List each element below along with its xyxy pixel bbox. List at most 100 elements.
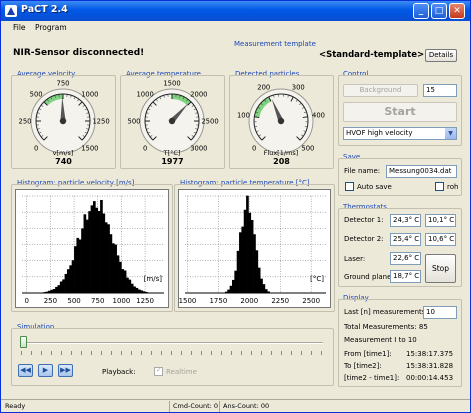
histogram-bar	[59, 281, 63, 293]
detector1-temp-value: 24,3° C	[390, 214, 421, 227]
rewind-icon: ◀◀	[20, 366, 31, 374]
histogram-bar	[93, 201, 96, 293]
histogram-bar	[243, 209, 247, 293]
time-diff-label: [time2 - time1]:	[344, 374, 400, 382]
mode-select[interactable]: HVOF high velocity ▼	[343, 127, 457, 140]
histogram-bar	[109, 234, 113, 293]
gauge-tick-label: 1250	[92, 118, 109, 126]
gauge-tick-label: 1000	[136, 91, 153, 99]
detector2-setpoint-value: 10,6° C	[425, 233, 456, 246]
gauge-particles-value: 208	[273, 157, 290, 166]
histogram-bar	[83, 214, 87, 293]
histogram-tick-label: 1750	[209, 297, 227, 305]
ground-plane-temp-value: 18,7° C	[390, 270, 421, 283]
close-button[interactable]: ✕	[449, 3, 465, 19]
gauge-unit-label: v[m/s]	[53, 149, 74, 157]
stop-button[interactable]: Stop	[425, 254, 456, 283]
time2-label: To [time2]:	[344, 362, 382, 370]
histogram-bar	[248, 212, 252, 293]
rewind-button[interactable]: ◀◀	[18, 364, 33, 377]
gauge-tick-label: 2500	[201, 118, 218, 126]
menu-file[interactable]: File	[13, 23, 26, 32]
simulation-slider-thumb[interactable]	[20, 336, 27, 348]
fast-forward-icon: ▶▶	[60, 366, 71, 374]
chevron-down-icon[interactable]: ▼	[445, 128, 456, 139]
auto-save-checkbox[interactable]	[345, 182, 354, 191]
realtime-checkbox[interactable]: ✓	[154, 366, 163, 376]
status-bar: Ready Cmd-Count: 0 Ans-Count: 00	[1, 399, 470, 412]
histogram-bar	[116, 255, 120, 293]
laser-temp-value: 22,6° C	[390, 252, 421, 265]
histogram-bar	[135, 287, 139, 293]
histogram-bar	[81, 228, 84, 293]
histogram-bar	[123, 270, 127, 293]
histogram-bar	[119, 261, 122, 293]
background-count-input[interactable]: 15	[423, 84, 457, 97]
app-icon	[5, 5, 17, 17]
histogram-bar	[107, 224, 110, 293]
histogram-bar	[137, 289, 141, 293]
start-button[interactable]: Start	[343, 102, 457, 122]
histogram-bar	[85, 219, 89, 293]
play-icon: ▶	[42, 366, 49, 374]
gauge-tick-label: 300	[292, 84, 305, 92]
maximize-button[interactable]: □	[431, 3, 447, 19]
simulation-slider-ticks	[21, 351, 323, 355]
checkmark-icon: ✓	[156, 366, 162, 374]
mode-select-value: HVOF high velocity	[346, 129, 413, 137]
menu-program[interactable]: Program	[35, 23, 67, 32]
histogram-bar	[62, 279, 65, 293]
sensor-status-message: NIR-Sensor disconnected!	[13, 48, 145, 58]
fast-forward-button[interactable]: ▶▶	[58, 364, 73, 377]
histogram-bar	[76, 237, 80, 293]
gauge-needle-hub	[277, 117, 285, 125]
background-button[interactable]: Background	[343, 84, 418, 97]
status-cmd-count: Cmd-Count: 0	[169, 401, 218, 412]
histogram-bar	[95, 207, 99, 293]
histogram-tick-label: 750	[91, 297, 104, 305]
gauge-tick-label: 400	[312, 112, 325, 120]
histogram-bar	[66, 269, 70, 293]
histogram-bar	[71, 260, 75, 293]
histogram-tick-label: 250	[44, 297, 57, 305]
histogram-unit-label: [°C]	[310, 275, 324, 283]
histogram-bar	[227, 289, 230, 293]
histogram-bar	[78, 239, 82, 293]
last-measurements-label: Last [n] measurements:	[344, 308, 428, 316]
histogram-bar	[121, 269, 125, 293]
gauge-temperature: 0 500 1000 1500 2000 2500 3000 T[°C]	[128, 80, 219, 158]
histogram-bar	[128, 279, 132, 293]
histogram-tick-label: 0	[24, 297, 28, 305]
gauge-tick-label: 500	[128, 118, 141, 126]
title-bar[interactable]: PaCT 2.4 _ □ ✕	[1, 1, 470, 21]
histogram-bar	[100, 199, 103, 293]
measurement-range-text: Measurement I to 10	[344, 336, 417, 344]
gauge-velocity: 0 250 500 750 1000 1250 1500 v[m/s]	[19, 80, 110, 158]
histogram-tick-label: 500	[67, 297, 80, 305]
details-button[interactable]: Details	[425, 49, 457, 62]
minimize-button[interactable]: _	[413, 3, 429, 19]
file-name-label: File name:	[344, 167, 381, 175]
main-window: PaCT 2.4 _ □ ✕ File Program NIR-Sensor d…	[0, 0, 471, 413]
histogram-bar	[253, 234, 256, 293]
gauge-needle-hub	[168, 117, 176, 125]
histogram-bar	[246, 195, 249, 293]
histogram-bar	[102, 213, 106, 293]
play-button[interactable]: ▶	[38, 364, 53, 377]
gauge-tick-label: 1000	[81, 91, 98, 99]
time1-label: From [time1]:	[344, 350, 392, 358]
realtime-label: Realtime	[166, 368, 197, 376]
file-name-input[interactable]: Messung0034.dat	[386, 165, 457, 178]
last-measurements-input[interactable]: 10	[423, 306, 457, 319]
histogram-bar	[234, 270, 237, 293]
gauge-unit-label: Flux[1/ms]	[264, 149, 299, 157]
histogram-bar	[260, 278, 263, 293]
histogram-bar	[250, 220, 254, 293]
simulation-slider-track[interactable]	[23, 342, 323, 344]
roh-checkbox[interactable]	[435, 182, 444, 191]
gauge-tick-label: 100	[237, 112, 250, 120]
gauge-tick-label: 0	[143, 144, 147, 152]
histogram-bar	[90, 205, 94, 293]
histogram-bar	[52, 289, 56, 293]
detector2-temp-value: 25,4° C	[390, 233, 421, 246]
